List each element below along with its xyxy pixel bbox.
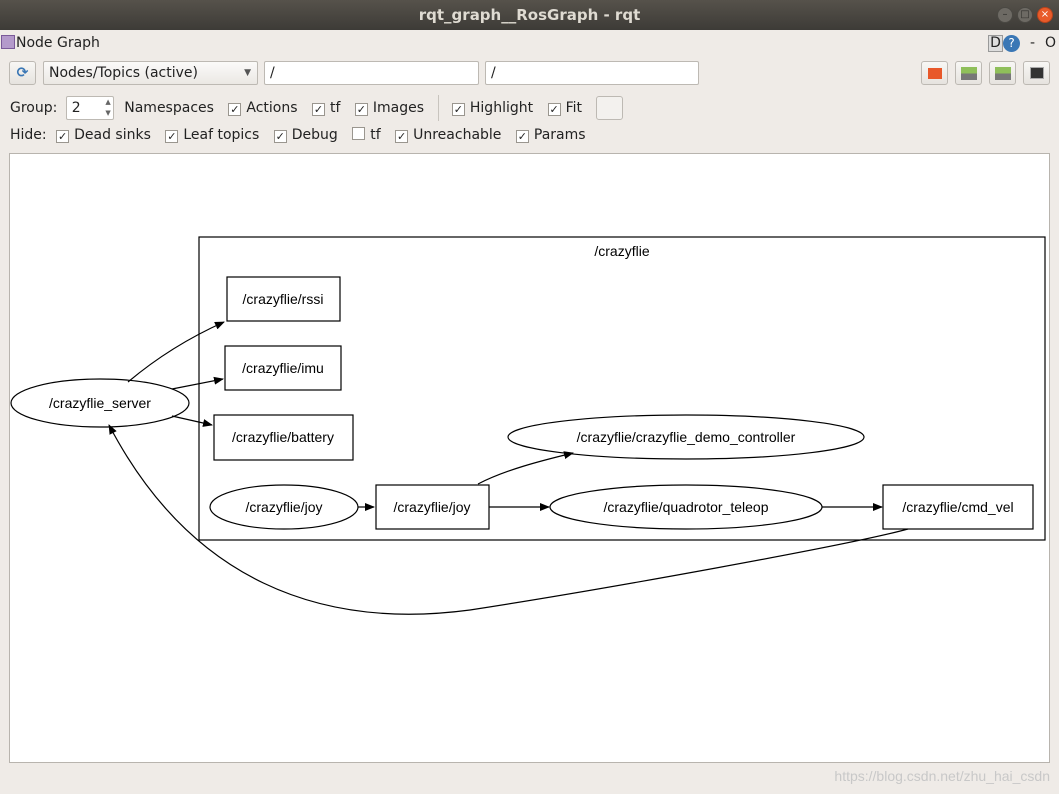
edge-server-rssi [127, 321, 225, 383]
node-demo-label: /crazyflie/crazyflie_demo_controller [577, 429, 796, 445]
topic-imu-label: /crazyflie/imu [242, 360, 324, 376]
watermark: https://blog.csdn.net/zhu_hai_csdn [834, 768, 1050, 784]
node-server-label: /crazyflie_server [49, 395, 151, 411]
graph-svg: /crazyflie /crazyflie_server /crazyflie/… [10, 236, 1050, 784]
edge-joy-demo [477, 451, 574, 485]
topic-rssi-label: /crazyflie/rssi [243, 291, 324, 307]
edge-cmdvel-server [108, 424, 909, 615]
node-joy-label: /crazyflie/joy [245, 499, 322, 515]
topic-joy-label: /crazyflie/joy [393, 499, 470, 515]
cluster-box [198, 236, 1046, 541]
topic-cmd-vel-label: /crazyflie/cmd_vel [902, 499, 1013, 515]
topic-battery-label: /crazyflie/battery [232, 429, 334, 445]
edge-server-battery [171, 415, 213, 427]
edge-server-imu [171, 376, 224, 390]
cluster-label: /crazyflie [594, 243, 649, 259]
node-teleop-label: /crazyflie/quadrotor_teleop [604, 499, 769, 515]
